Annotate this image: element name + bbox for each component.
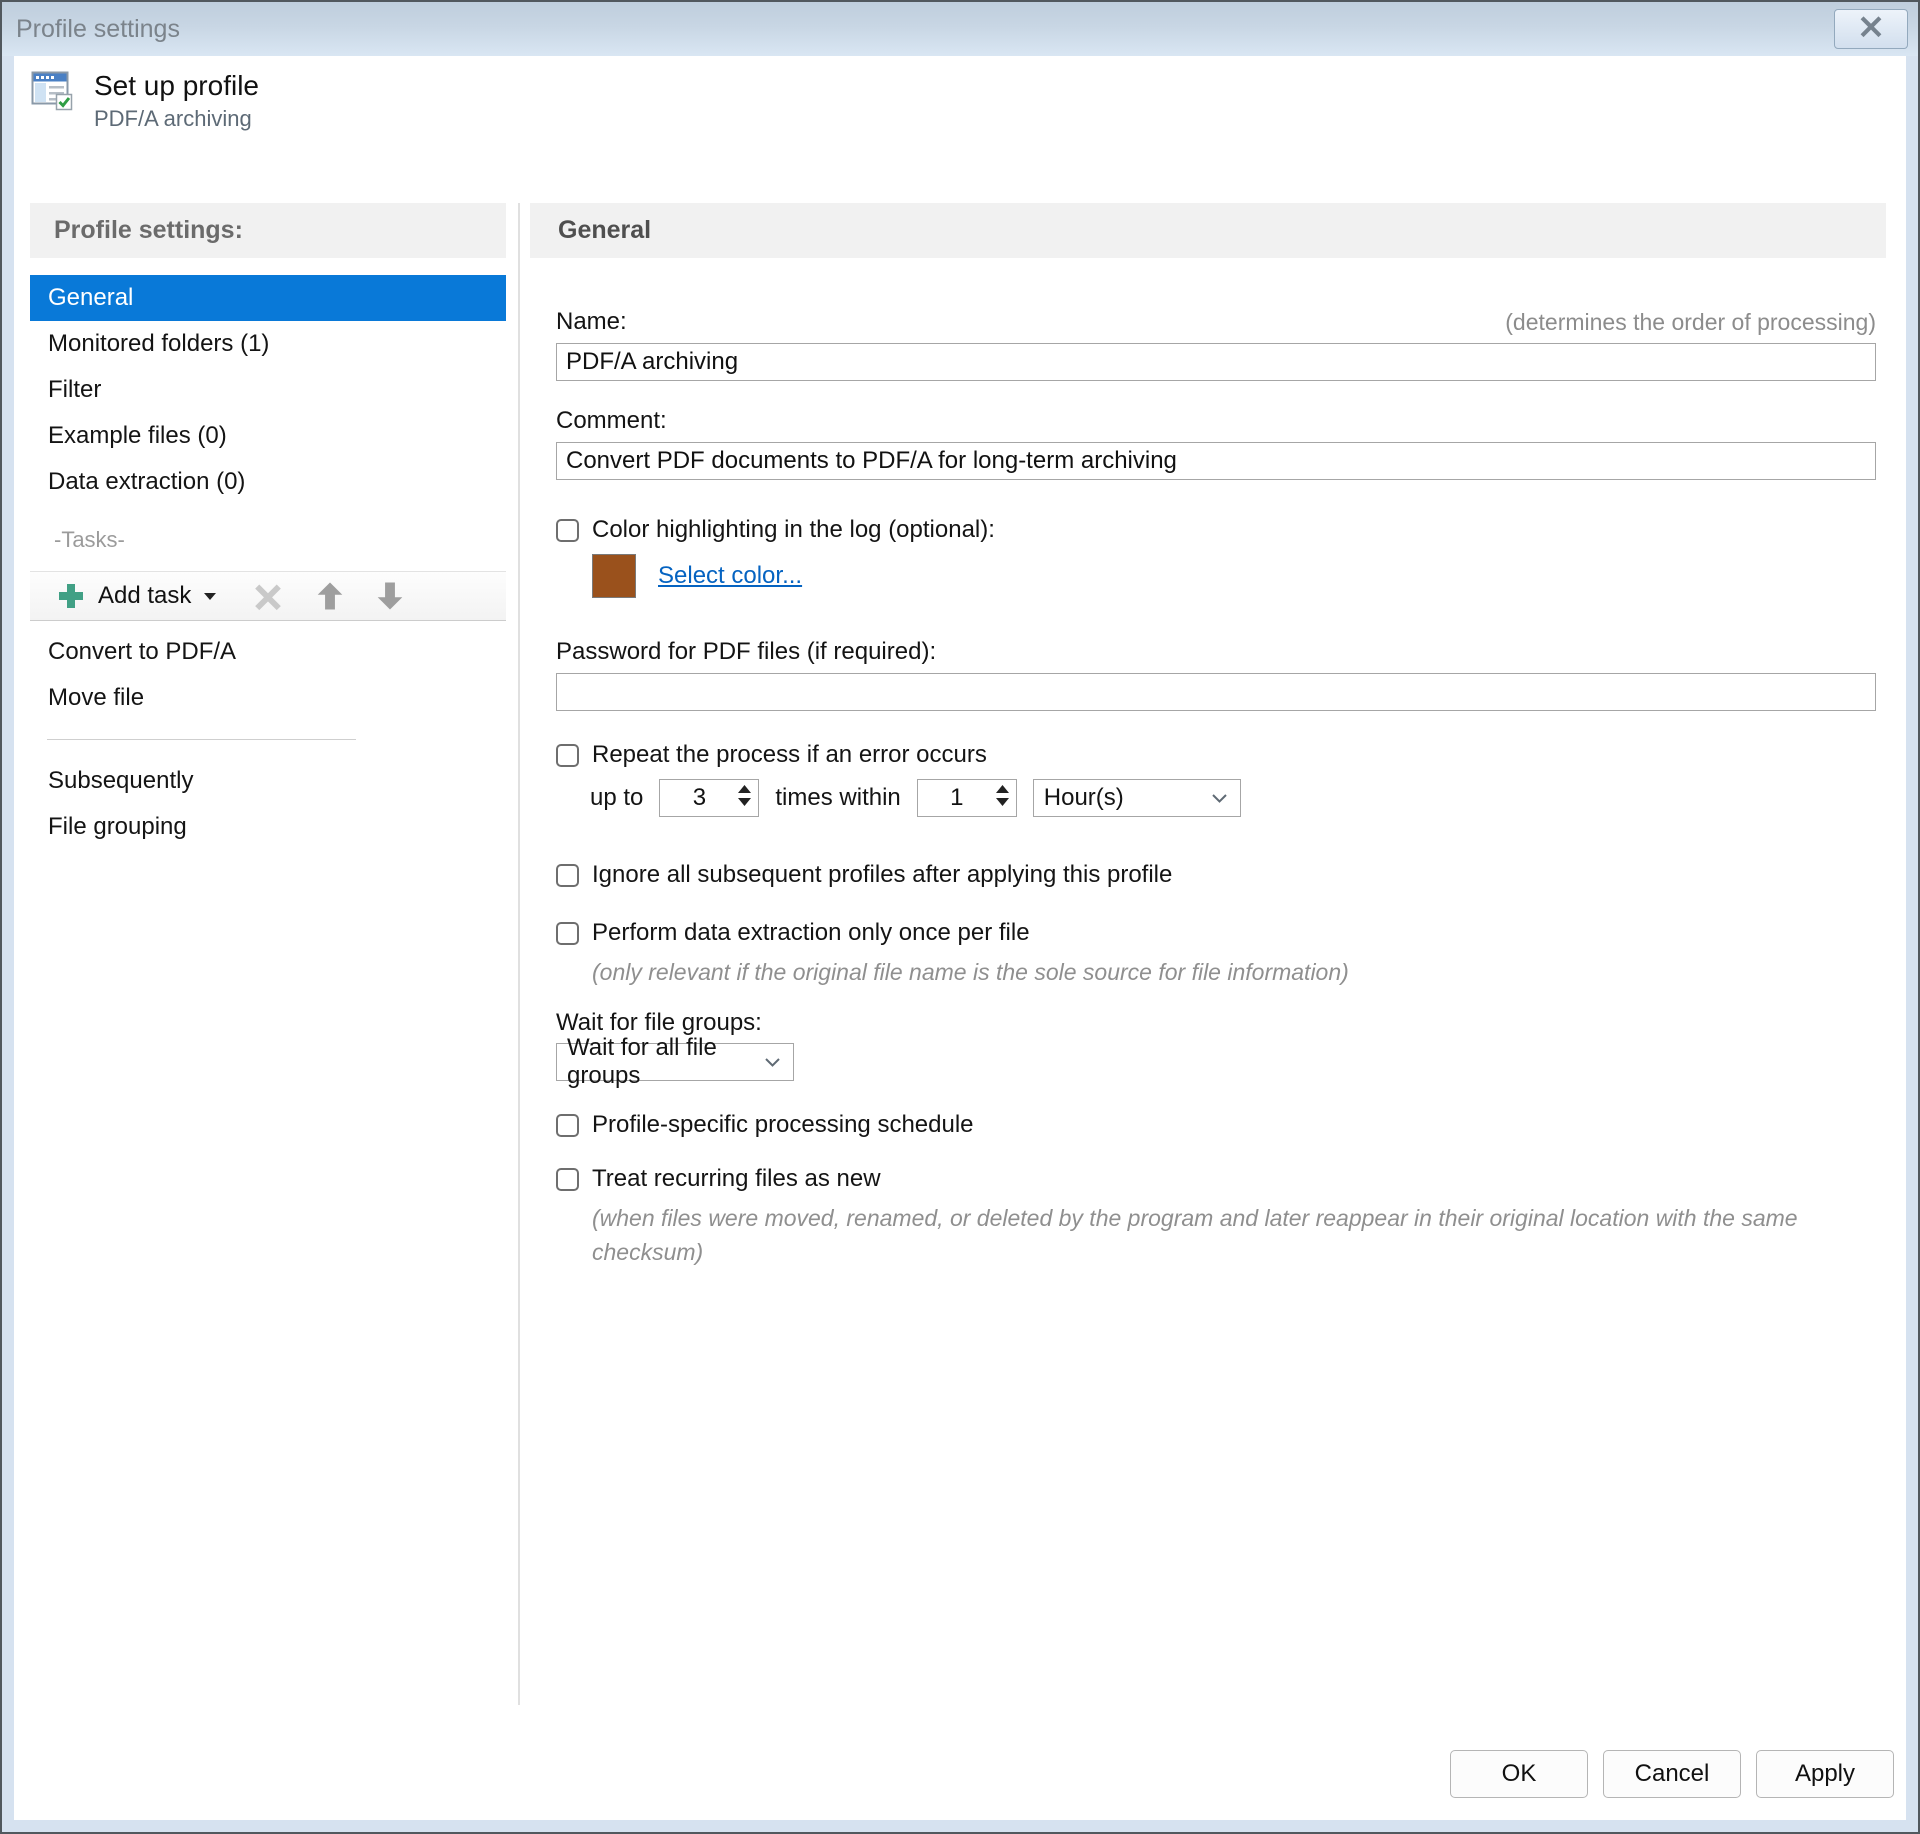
data-extraction-label: Perform data extraction only once per fi… bbox=[592, 919, 1030, 947]
sidebar-nav: General Monitored folders (1) Filter Exa… bbox=[30, 275, 506, 505]
task-list: Convert to PDF/A Move file bbox=[30, 629, 506, 721]
time-unit-select[interactable]: Hour(s) bbox=[1033, 779, 1241, 817]
file-groups-select[interactable]: Wait for all file groups bbox=[556, 1043, 794, 1081]
name-label: Name: bbox=[556, 308, 627, 336]
task-item-convert-to-pdfa[interactable]: Convert to PDF/A bbox=[30, 629, 506, 675]
ignore-profiles-checkbox[interactable] bbox=[556, 864, 579, 887]
sidebar-item-general[interactable]: General bbox=[30, 275, 506, 321]
ok-button[interactable]: OK bbox=[1450, 1750, 1588, 1798]
chevron-down-icon bbox=[203, 592, 217, 601]
recurring-files-row: Treat recurring files as new bbox=[556, 1165, 1876, 1193]
recurring-files-label: Treat recurring files as new bbox=[592, 1165, 881, 1193]
arrow-down-icon bbox=[375, 580, 405, 612]
retry-window-stepper[interactable]: 1 bbox=[917, 779, 1017, 817]
window-title: Profile settings bbox=[16, 2, 180, 56]
spin-down-icon[interactable] bbox=[738, 798, 751, 806]
sidebar-item-monitored-folders[interactable]: Monitored folders (1) bbox=[30, 321, 506, 367]
chevron-down-icon bbox=[1211, 793, 1228, 804]
name-field[interactable] bbox=[556, 343, 1876, 381]
color-highlight-label: Color highlighting in the log (optional)… bbox=[592, 516, 995, 544]
schedule-checkbox[interactable] bbox=[556, 1114, 579, 1137]
move-task-up-button[interactable] bbox=[305, 575, 355, 617]
password-label: Password for PDF files (if required): bbox=[556, 638, 1876, 666]
chevron-down-icon bbox=[764, 1057, 781, 1068]
sidebar-item-example-files[interactable]: Example files (0) bbox=[30, 413, 506, 459]
delete-task-icon bbox=[251, 581, 285, 611]
client-area: Set up profile PDF/A archiving Profile s… bbox=[14, 56, 1906, 1820]
repeat-row: Repeat the process if an error occurs bbox=[556, 741, 1876, 769]
close-icon bbox=[1855, 14, 1887, 45]
spin-up-icon[interactable] bbox=[738, 785, 751, 793]
retry-window-value: 1 bbox=[950, 784, 963, 812]
name-hint: (determines the order of processing) bbox=[1505, 309, 1876, 336]
cancel-button[interactable]: Cancel bbox=[1603, 1750, 1741, 1798]
comment-field[interactable] bbox=[556, 442, 1876, 480]
page-subtitle: PDF/A archiving bbox=[94, 104, 259, 134]
data-extraction-note: (only relevant if the original file name… bbox=[592, 955, 1852, 989]
comment-label: Comment: bbox=[556, 407, 1876, 435]
time-unit-value: Hour(s) bbox=[1044, 784, 1124, 812]
sidebar-divider bbox=[47, 739, 356, 740]
repeat-settings-row: up to 3 times within 1 bbox=[590, 779, 1876, 817]
recurring-files-note: (when files were moved, renamed, or dele… bbox=[592, 1201, 1852, 1269]
data-extraction-checkbox[interactable] bbox=[556, 922, 579, 945]
select-color-link[interactable]: Select color... bbox=[658, 562, 802, 590]
panel-divider bbox=[518, 203, 520, 1705]
color-highlight-checkbox[interactable] bbox=[556, 519, 579, 542]
spin-down-icon[interactable] bbox=[996, 798, 1009, 806]
window-frame: Set up profile PDF/A archiving Profile s… bbox=[2, 56, 1918, 1832]
ignore-profiles-label: Ignore all subsequent profiles after app… bbox=[592, 861, 1172, 889]
schedule-row: Profile-specific processing schedule bbox=[556, 1111, 1876, 1139]
tasks-heading: -Tasks- bbox=[30, 525, 506, 555]
setup-profile-icon bbox=[30, 68, 74, 119]
times-within-label: times within bbox=[775, 784, 900, 812]
task-item-move-file[interactable]: Move file bbox=[30, 675, 506, 721]
move-task-down-button[interactable] bbox=[365, 575, 415, 617]
sidebar-item-subsequently[interactable]: Subsequently bbox=[30, 758, 506, 804]
ignore-profiles-row: Ignore all subsequent profiles after app… bbox=[556, 861, 1876, 889]
sidebar-item-data-extraction[interactable]: Data extraction (0) bbox=[30, 459, 506, 505]
close-button[interactable] bbox=[1834, 9, 1908, 49]
recurring-files-checkbox[interactable] bbox=[556, 1168, 579, 1191]
data-extraction-row: Perform data extraction only once per fi… bbox=[556, 919, 1876, 947]
retry-count-value: 3 bbox=[693, 784, 706, 812]
arrow-up-icon bbox=[315, 580, 345, 612]
color-highlight-row: Color highlighting in the log (optional)… bbox=[556, 516, 1876, 544]
delete-task-button[interactable] bbox=[241, 575, 295, 617]
retry-count-stepper[interactable]: 3 bbox=[659, 779, 759, 817]
color-select-row: Select color... bbox=[592, 554, 1876, 598]
tasks-toolbar: Add task bbox=[30, 571, 506, 621]
up-to-label: up to bbox=[590, 784, 643, 812]
file-groups-value: Wait for all file groups bbox=[567, 1034, 764, 1090]
color-swatch[interactable] bbox=[592, 554, 636, 598]
apply-button[interactable]: Apply bbox=[1756, 1750, 1894, 1798]
add-task-label: Add task bbox=[98, 582, 191, 610]
page-title: Set up profile bbox=[94, 68, 259, 104]
general-form: Name: (determines the order of processin… bbox=[530, 308, 1886, 1269]
section-title: General bbox=[530, 203, 1886, 258]
sidebar-bottom-list: Subsequently File grouping bbox=[30, 758, 506, 850]
sidebar-heading: Profile settings: bbox=[30, 203, 506, 258]
spin-up-icon[interactable] bbox=[996, 785, 1009, 793]
repeat-checkbox[interactable] bbox=[556, 744, 579, 767]
sidebar-item-file-grouping[interactable]: File grouping bbox=[30, 804, 506, 850]
password-field[interactable] bbox=[556, 673, 1876, 711]
plus-icon bbox=[56, 581, 86, 611]
dialog-footer: OK Cancel Apply bbox=[1450, 1750, 1894, 1798]
sidebar-item-filter[interactable]: Filter bbox=[30, 367, 506, 413]
dialog-header: Set up profile PDF/A archiving bbox=[30, 68, 259, 134]
file-groups-label: Wait for file groups: bbox=[556, 1009, 1876, 1037]
add-task-button[interactable]: Add task bbox=[46, 575, 227, 617]
repeat-label: Repeat the process if an error occurs bbox=[592, 741, 987, 769]
general-panel: General Name: (determines the order of p… bbox=[530, 203, 1886, 1269]
title-bar: Profile settings bbox=[2, 2, 1918, 56]
schedule-label: Profile-specific processing schedule bbox=[592, 1111, 974, 1139]
profile-settings-window: Profile settings bbox=[0, 0, 1920, 1834]
sidebar: Profile settings: General Monitored fold… bbox=[30, 203, 506, 850]
